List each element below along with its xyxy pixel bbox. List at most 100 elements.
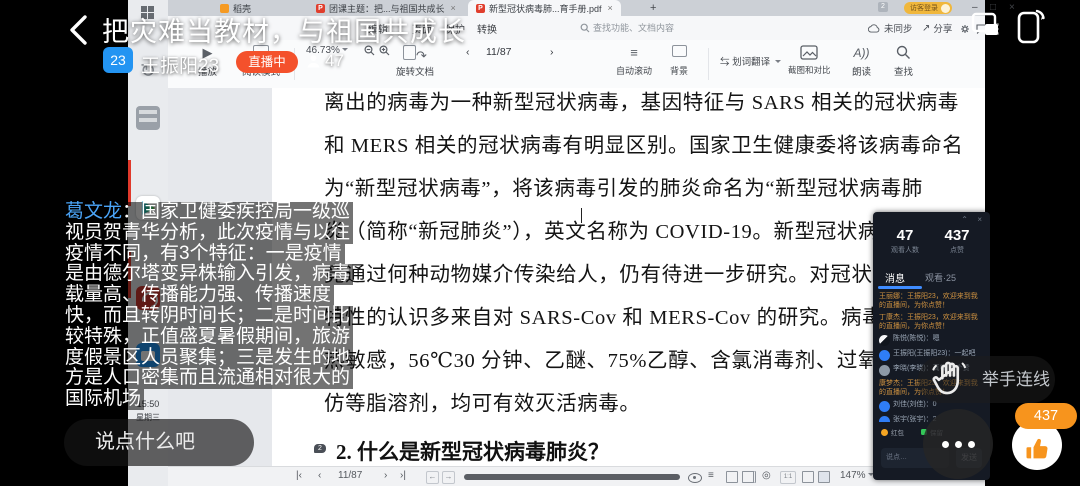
statusbar-page-indicator: 11/87 (338, 470, 362, 481)
viewer-count: 47 (325, 51, 344, 71)
wps-status-bar: |‹ ‹ 11/87 › ›| ← → ≡ ◎ 1:1 147% − (168, 466, 985, 486)
wps-file-icon: P (476, 4, 485, 13)
new-tab-button[interactable]: + (650, 2, 656, 14)
first-page-button[interactable]: |‹ (296, 470, 302, 481)
find-button[interactable]: 查找 (894, 45, 913, 78)
horizontal-scrollbar-thumb[interactable] (464, 474, 680, 480)
wps-search-box[interactable]: 查找功能、文档内容 (580, 21, 674, 34)
avatar (879, 416, 890, 422)
auto-scroll-label: 自动滚动 (616, 64, 652, 77)
read-aloud-button[interactable]: A)) 朗读 (852, 45, 871, 78)
caption-line: 国际机场 (62, 389, 144, 410)
caption-lines: 视员贺青华分析，此次疫情与以往疫情不同，有3个特征：一是疫情是由德尔塔变异株输入… (62, 223, 360, 410)
tab-close-icon[interactable]: × (608, 3, 613, 13)
last-page-button[interactable]: ›| (400, 470, 406, 481)
dot (968, 441, 975, 448)
double-page-view-icon[interactable] (742, 471, 756, 483)
chat-message-row: 丁康杰：王振阳23，欢迎来到我的直播间，为你点赞！ (879, 313, 984, 331)
caption-line: 度假景区人员聚集；三是发生的地 (62, 348, 353, 369)
ribbon-prev-page[interactable]: ‹ (466, 46, 470, 58)
prev-page-button[interactable]: ‹ (318, 470, 321, 481)
avatar (879, 335, 890, 346)
chevron-down-icon (775, 60, 781, 66)
chat-message-row: 陈悦(陈悦)：嗯 (879, 334, 984, 346)
live-stream-viewer: ↻ 15:50 星期三 稻壳 P 团课主题：把...与祖国共成长 × P 新 (0, 0, 1080, 486)
sync-status[interactable]: 未同步 (868, 21, 913, 35)
unread-count-badge: 23 (103, 47, 133, 73)
text-cursor (581, 208, 582, 223)
pdf-section-heading: 2. 什么是新型冠状病毒肺炎？ (336, 436, 609, 466)
history-forward-button[interactable]: → (442, 471, 455, 484)
dot (955, 441, 962, 448)
fit-page-icon[interactable] (802, 471, 814, 483)
next-page-button[interactable]: › (384, 470, 387, 481)
ribbon-page-indicator: 11/87 (486, 46, 512, 58)
back-button[interactable] (66, 13, 92, 47)
translate-button[interactable]: ⇆ 划词翻译 (720, 54, 781, 68)
dot (942, 441, 949, 448)
caption-text: ：国家卫健委疾控局一级巡 (122, 201, 350, 222)
comment-bubble-icon[interactable]: 2 (314, 444, 326, 453)
menu-convert[interactable]: 转换 (477, 21, 497, 36)
rotate-doc-button[interactable]: ↷ 旋转文档 (396, 45, 434, 78)
screenshot-compare-label: 截图和对比 (788, 64, 831, 76)
tab-count-badge: 2 (878, 2, 888, 12)
viewers-person-icon (305, 53, 322, 70)
statusbar-zoom-level: 147% (840, 470, 874, 481)
raise-hand-label: 举手连线 (982, 356, 1050, 403)
rotate-screen-icon[interactable] (1013, 7, 1047, 47)
caption-line: 方是人口密集而且流通相对很大的 (62, 368, 353, 389)
orange-dot-icon (881, 429, 888, 436)
ribbon-next-page[interactable]: › (550, 46, 554, 58)
chat-message-text: 刘佳(刘佳)：0 (893, 400, 937, 409)
continuous-view-icon[interactable]: ≡ (708, 470, 714, 481)
like-count-badge: 437 (1015, 403, 1077, 429)
share-button[interactable]: ↗ 分享 (922, 21, 952, 35)
expand-icon[interactable]: ⌃ (961, 215, 968, 224)
screenshot-compare-button[interactable]: 截图和对比 (788, 45, 831, 76)
sync-status-label: 未同步 (884, 21, 913, 35)
settings-gear-icon[interactable] (960, 24, 970, 34)
caption-line: 载量高、传播能力强、传播速度 (62, 285, 334, 306)
chat-message-text: 陈悦(陈悦)：嗯 (893, 334, 940, 343)
tab-messages[interactable]: 消息 (885, 270, 905, 285)
active-tab-underline (878, 286, 922, 289)
cloud-sync-icon (868, 24, 881, 33)
history-back-button[interactable]: ← (426, 471, 439, 484)
comment-input[interactable]: 说点什么吧 (64, 419, 254, 466)
caption-speaker-name: 葛文龙 (65, 201, 122, 222)
avatar (879, 350, 890, 361)
single-page-view-icon[interactable] (726, 471, 738, 483)
eye-protection-icon[interactable] (688, 473, 702, 483)
red-packet-label: 红包 (891, 427, 904, 437)
close-icon[interactable]: × (977, 215, 982, 224)
stat-likes-value: 437 (933, 227, 981, 244)
raise-hand-button[interactable]: 举手连线 (918, 356, 1055, 403)
search-icon (580, 23, 590, 33)
visitor-login-badge[interactable]: 访客登录 (904, 2, 952, 14)
auto-scroll-button[interactable]: ≡ 自动滚动 (616, 45, 652, 77)
background-button[interactable]: 背景 (670, 45, 688, 77)
screenshot-compare-icon (800, 45, 818, 61)
stat-viewers-value: 47 (881, 227, 929, 244)
stat-viewers: 47 观看人数 (881, 227, 929, 255)
raised-hand-icon (928, 358, 970, 400)
divider (708, 48, 709, 80)
read-aloud-icon: A)) (854, 45, 870, 61)
picture-in-picture-icon[interactable] (971, 11, 1001, 39)
background-icon (672, 45, 687, 61)
find-label: 查找 (894, 64, 913, 78)
play-view-icon[interactable]: ◎ (762, 470, 771, 481)
stat-likes: 437 点赞 (933, 227, 981, 255)
actual-size-icon[interactable]: 1:1 (780, 471, 796, 484)
video-editor-app-icon[interactable] (136, 106, 160, 130)
tab-pdf-active[interactable]: P 新型冠状病毒肺...育手册.pdf × (468, 0, 621, 16)
live-status-badge: 直播中 (236, 51, 298, 73)
caption-line: 快，而且转阴时间长；二是时间比 (62, 306, 353, 327)
streamer-name: 王振阳23 (141, 51, 219, 78)
translate-label: 划词翻译 (732, 57, 770, 68)
more-options-button[interactable] (923, 409, 993, 479)
fit-width-icon[interactable] (818, 471, 830, 483)
red-packet-toggle[interactable]: 红包 (881, 427, 904, 437)
tab-viewers[interactable]: 观看·25 (925, 271, 956, 284)
